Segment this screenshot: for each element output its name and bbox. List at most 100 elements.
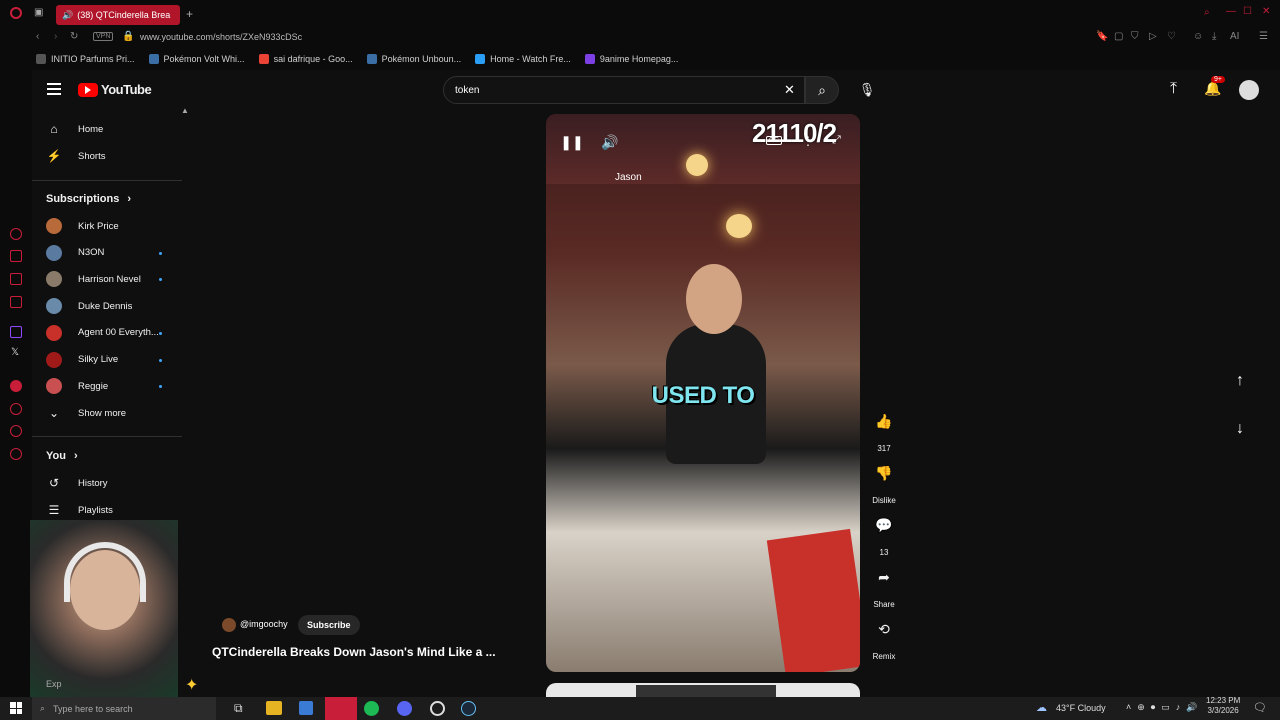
play-icon[interactable]: ▷ <box>1149 31 1157 42</box>
menu-icon[interactable]: ☰ <box>1259 31 1268 42</box>
system-tray-icons[interactable]: ˄⊕⏺▭♪🔊 <box>1126 702 1204 713</box>
subscribe-button[interactable]: Subscribe <box>298 615 360 635</box>
next-short-preview[interactable] <box>546 683 860 697</box>
sidebar-scroll-up-icon[interactable]: ▲ <box>181 106 189 115</box>
pendant-lamp <box>686 154 708 176</box>
spotify-icon[interactable] <box>364 701 379 716</box>
sidebar-bag-icon[interactable] <box>10 250 22 262</box>
dislike-button[interactable]: 👎 Dislike <box>864 456 904 506</box>
show-more-button[interactable]: ⌄ Show more <box>46 405 126 421</box>
subscriptions-title[interactable]: Subscriptions › <box>46 193 131 205</box>
clear-search-icon[interactable]: ✕ <box>784 82 795 98</box>
pause-button[interactable]: ❚❚ <box>560 130 584 154</box>
fullscreen-icon[interactable]: ⤢ <box>832 134 841 147</box>
sidebar-opera-icon[interactable] <box>10 228 22 240</box>
subscription-item[interactable]: Harrison Nevel <box>46 271 141 288</box>
shield-icon[interactable]: ⛉ <box>1131 31 1139 42</box>
like-button[interactable]: 👍 317 <box>864 404 904 454</box>
volume-button[interactable]: 🔊 <box>598 130 622 154</box>
clock[interactable]: 12:23 PM 3/3/2026 <box>1206 696 1240 716</box>
subscription-item[interactable]: Agent 00 Everyth... <box>46 324 159 341</box>
sidebar-item-shorts[interactable]: ⚡ Shorts <box>46 148 106 164</box>
search-button[interactable]: ⌕ <box>805 76 839 104</box>
bookmark-icon[interactable]: 🔖 <box>1096 31 1108 42</box>
back-icon[interactable]: ‹ <box>36 31 39 42</box>
bookmark-item[interactable]: Home - Watch Fre... <box>475 54 571 64</box>
opera-taskbar-icon[interactable] <box>325 697 357 720</box>
bookmark-item[interactable]: 9anime Homepag... <box>584 54 678 64</box>
sidebar-messenger-icon[interactable] <box>10 273 22 285</box>
sidebar-spotify-icon[interactable] <box>10 380 22 392</box>
previous-short-arrow-icon[interactable]: ↑ <box>1236 372 1244 390</box>
subscription-item[interactable]: Duke Dennis <box>46 298 132 315</box>
download-icon[interactable]: ⤓ <box>1212 31 1216 42</box>
bookmark-item[interactable]: sai dafrique - Goo... <box>258 54 353 64</box>
bookmark-item[interactable]: Pokémon Unboun... <box>366 54 461 64</box>
subscription-item[interactable]: Silky Live <box>46 351 118 368</box>
new-tab-button[interactable]: + <box>186 7 193 21</box>
you-section-title[interactable]: You › <box>46 450 78 462</box>
subscription-item[interactable]: Reggie <box>46 378 108 395</box>
bookmark-item[interactable]: Pokémon Volt Whi... <box>148 54 245 64</box>
account-avatar[interactable] <box>1239 80 1259 100</box>
discord-icon[interactable] <box>397 701 412 716</box>
bookmark-item[interactable]: INITIO Parfums Pri... <box>36 54 135 64</box>
sidebar-history-icon[interactable] <box>10 403 22 415</box>
sidebar-extensions-icon[interactable] <box>10 425 22 437</box>
guide-menu-icon[interactable] <box>47 83 61 95</box>
sidebar-item-home[interactable]: ⌂ Home <box>46 121 103 137</box>
task-view-icon[interactable]: ⧉ <box>234 701 243 716</box>
minimize-button[interactable]: — <box>1226 6 1236 17</box>
obs-icon[interactable] <box>430 701 445 716</box>
subscription-item[interactable]: Kirk Price <box>46 218 119 234</box>
windows-taskbar: ⌕ Type here to search ⧉ ☁ 43°F Cloudy ˄⊕… <box>0 696 1280 720</box>
sidebar-item-playlists[interactable]: ☰ Playlists <box>46 502 113 518</box>
taskbar-search[interactable]: ⌕ Type here to search <box>32 697 216 720</box>
chevron-right-icon: › <box>73 450 78 462</box>
file-explorer-icon[interactable] <box>266 701 282 715</box>
search-tabs-icon[interactable]: ⌕ <box>1204 7 1210 18</box>
url-field[interactable]: www.youtube.com/shorts/ZXeN933cDSc <box>140 32 302 42</box>
active-tab[interactable]: 🔊 (38) QTCinderella Brea <box>56 5 180 25</box>
tab-manager-icon[interactable]: ▣ <box>34 7 43 18</box>
profile-icon[interactable]: ☺ <box>1193 31 1203 42</box>
youtube-logo[interactable]: YouTube <box>78 82 152 97</box>
webcam-overlay: ✦ <box>30 520 198 697</box>
close-window-button[interactable]: ✕ <box>1262 6 1270 17</box>
sidebar-m-icon[interactable] <box>10 296 22 308</box>
channel-avatar[interactable] <box>222 618 236 632</box>
comments-button[interactable]: 💬 13 <box>864 508 904 558</box>
sidebar-item-history[interactable]: ↺ History <box>46 475 108 491</box>
reload-icon[interactable]: ↻ <box>70 31 78 42</box>
voice-search-button[interactable]: 🎙 <box>852 76 882 104</box>
channel-handle[interactable]: @imgoochy <box>240 619 288 629</box>
create-upload-icon[interactable]: ⤒ <box>1170 80 1177 98</box>
search-input[interactable]: token <box>443 76 805 104</box>
captions-button[interactable]: CC <box>766 136 783 145</box>
notifications-button[interactable]: 🔔 9+ <box>1204 76 1225 97</box>
subscription-item[interactable]: N3ON <box>46 244 104 261</box>
share-button[interactable]: ➦ Share <box>864 560 904 610</box>
vpn-badge[interactable]: VPN <box>93 32 114 41</box>
weather-text[interactable]: 43°F Cloudy <box>1056 703 1106 713</box>
start-button[interactable] <box>10 702 22 714</box>
more-options-icon[interactable]: ⋮ <box>802 134 814 148</box>
maximize-button[interactable]: ☐ <box>1243 6 1252 17</box>
opera-logo-icon[interactable] <box>10 7 22 19</box>
next-short-arrow-icon[interactable]: ↓ <box>1236 420 1244 438</box>
notification-center-icon[interactable]: 🗨 <box>1253 701 1267 714</box>
short-title[interactable]: QTCinderella Breaks Down Jason's Mind Li… <box>212 645 496 659</box>
ai-button[interactable]: AI <box>1230 31 1239 42</box>
remix-button[interactable]: ⟲ Remix <box>864 612 904 662</box>
forward-icon[interactable]: › <box>54 31 57 42</box>
channel-avatar <box>46 271 62 288</box>
heart-icon[interactable]: ♡ <box>1167 31 1176 42</box>
sidebar-x-icon[interactable]: 𝕏 <box>11 347 19 358</box>
store-icon[interactable] <box>299 701 313 715</box>
snapshot-icon[interactable]: ▢ <box>1114 31 1123 42</box>
sidebar-settings-icon[interactable] <box>10 448 22 460</box>
sidebar-twitch-icon[interactable] <box>10 326 22 338</box>
steam-icon[interactable] <box>461 701 476 716</box>
search-icon: ⌕ <box>818 81 826 98</box>
short-video-player[interactable]: ❚❚ 🔊 21110/2 CC ⋮ ⤢ Jason USED TO <box>546 114 860 672</box>
